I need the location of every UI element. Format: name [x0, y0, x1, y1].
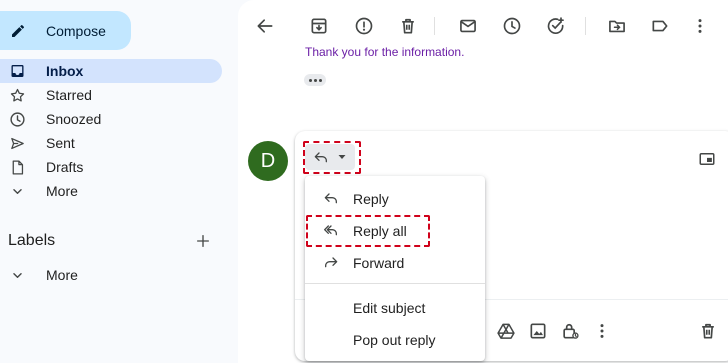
sidebar-item-more[interactable]: More: [0, 179, 222, 203]
photo-icon[interactable]: [528, 321, 548, 341]
menu-item-reply[interactable]: Reply: [305, 183, 485, 213]
compose-label: Compose: [46, 23, 106, 39]
labels-heading: Labels: [8, 232, 56, 249]
sidebar: Compose Inbox Starred Snoozed Sent Draft…: [0, 0, 238, 363]
add-task-icon[interactable]: [546, 16, 566, 36]
compose-button[interactable]: Compose: [0, 11, 131, 50]
menu-item-label: Reply: [353, 191, 389, 207]
sidebar-item-sent[interactable]: Sent: [0, 131, 222, 155]
caret-down-icon: [337, 152, 347, 162]
reply-icon: [323, 190, 339, 206]
menu-item-label: Forward: [353, 255, 405, 271]
chevron-down-icon: [9, 267, 26, 284]
reply-type-dropdown-button[interactable]: [305, 144, 355, 170]
labels-more-label: More: [46, 267, 78, 283]
sidebar-item-inbox[interactable]: Inbox: [0, 59, 222, 83]
sidebar-item-label: Drafts: [46, 159, 84, 175]
pencil-icon: [10, 23, 26, 39]
forward-icon: [323, 254, 339, 270]
message-snippet: Thank you for the information.: [305, 45, 465, 59]
labels-more[interactable]: More: [0, 263, 222, 287]
menu-item-edit-subject[interactable]: Edit subject: [305, 292, 485, 322]
pop-out-icon[interactable]: [698, 150, 716, 168]
menu-item-reply-all[interactable]: Reply all: [305, 215, 485, 245]
snooze-icon[interactable]: [502, 16, 522, 36]
sidebar-item-label: Starred: [46, 87, 92, 103]
sidebar-item-label: Inbox: [46, 63, 84, 79]
add-label-icon[interactable]: [195, 233, 211, 249]
sidebar-item-label: Snoozed: [46, 111, 102, 127]
reply-all-icon: [323, 222, 339, 238]
star-icon: [9, 87, 26, 104]
move-to-icon[interactable]: [607, 16, 627, 36]
menu-item-forward[interactable]: Forward: [305, 247, 485, 277]
label-icon[interactable]: [650, 16, 670, 36]
archive-icon[interactable]: [309, 16, 329, 36]
menu-item-label: Pop out reply: [353, 332, 436, 348]
report-spam-icon[interactable]: [354, 16, 374, 36]
toolbar-divider: [585, 17, 586, 35]
menu-item-pop-out-reply[interactable]: Pop out reply: [305, 324, 485, 354]
sidebar-item-drafts[interactable]: Drafts: [0, 155, 222, 179]
reply-type-menu: Reply Reply all Forward Edit subject Pop…: [305, 176, 485, 361]
confidential-lock-icon[interactable]: [560, 321, 580, 341]
avatar: D: [248, 141, 288, 181]
inbox-icon: [9, 63, 26, 79]
toolbar-divider: [434, 17, 435, 35]
discard-draft-icon[interactable]: [698, 321, 718, 341]
sidebar-item-label: More: [46, 183, 78, 199]
mark-unread-icon[interactable]: [458, 16, 478, 36]
chevron-down-icon: [9, 183, 26, 200]
send-icon: [9, 135, 26, 152]
reply-icon: [313, 149, 329, 165]
arrow-back-icon[interactable]: [255, 16, 275, 36]
more-vert-icon[interactable]: [592, 321, 612, 341]
clock-icon: [9, 111, 26, 128]
menu-item-label: Edit subject: [353, 300, 426, 316]
show-trimmed-content-button[interactable]: [304, 74, 326, 86]
sidebar-item-label: Sent: [46, 135, 75, 151]
more-vert-icon[interactable]: [690, 16, 710, 36]
drive-icon[interactable]: [496, 321, 516, 341]
sidebar-item-starred[interactable]: Starred: [0, 83, 222, 107]
draft-icon: [9, 159, 26, 176]
delete-icon[interactable]: [398, 16, 418, 36]
menu-item-label: Reply all: [353, 223, 407, 239]
sidebar-item-snoozed[interactable]: Snoozed: [0, 107, 222, 131]
menu-divider: [305, 283, 485, 284]
